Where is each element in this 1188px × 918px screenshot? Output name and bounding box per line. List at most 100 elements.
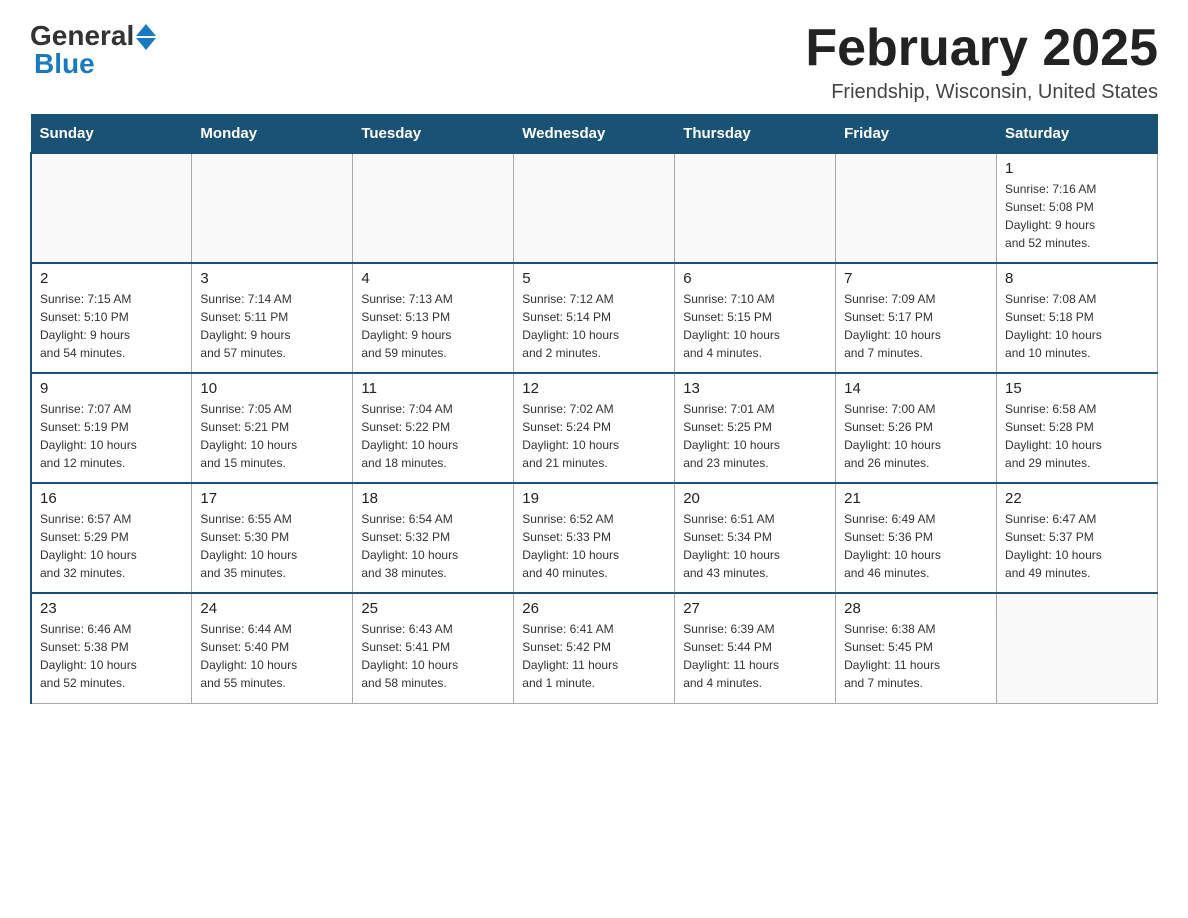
title-section: February 2025 Friendship, Wisconsin, Uni… <box>805 20 1158 104</box>
calendar-week-5: 23Sunrise: 6:46 AMSunset: 5:38 PMDayligh… <box>31 593 1158 703</box>
logo: General Blue <box>30 20 156 80</box>
day-number: 18 <box>361 490 505 507</box>
day-number: 20 <box>683 490 827 507</box>
calendar-cell: 1 Sunrise: 7:16 AMSunset: 5:08 PMDaylight… <box>997 153 1158 263</box>
calendar-cell: 3Sunrise: 7:14 AMSunset: 5:11 PMDaylight… <box>192 263 353 373</box>
day-number: 7 <box>844 270 988 287</box>
calendar-cell <box>514 153 675 263</box>
day-number: 12 <box>522 380 666 397</box>
day-info: Sunrise: 7:10 AMSunset: 5:15 PMDaylight:… <box>683 290 827 362</box>
day-info: Sunrise: 7:09 AMSunset: 5:17 PMDaylight:… <box>844 290 988 362</box>
day-info: Sunrise: 6:54 AMSunset: 5:32 PMDaylight:… <box>361 510 505 582</box>
calendar-body: 1 Sunrise: 7:16 AMSunset: 5:08 PMDaylight… <box>31 153 1158 703</box>
day-number: 8 <box>1005 270 1149 287</box>
day-number: 14 <box>844 380 988 397</box>
calendar-cell: 5 Sunrise: 7:12 AMSunset: 5:14 PMDaylight… <box>514 263 675 373</box>
day-number: 27 <box>683 600 827 617</box>
day-number: 21 <box>844 490 988 507</box>
calendar-cell: 13Sunrise: 7:01 AMSunset: 5:25 PMDayligh… <box>675 373 836 483</box>
day-number: 9 <box>40 380 183 397</box>
day-number: 28 <box>844 600 988 617</box>
calendar-cell: 16 Sunrise: 6:57 AMSunset: 5:29 PMDayligh… <box>31 483 192 593</box>
calendar-week-2: 2Sunrise: 7:15 AMSunset: 5:10 PMDaylight… <box>31 263 1158 373</box>
day-info: Sunrise: 7:15 AMSunset: 5:10 PMDaylight:… <box>40 290 183 362</box>
day-info: Sunrise: 6:44 AMSunset: 5:40 PMDaylight:… <box>200 620 344 692</box>
day-number: 11 <box>361 380 505 397</box>
day-info: Sunrise: 6:52 AMSunset: 5:33 PMDaylight:… <box>522 510 666 582</box>
day-info: Sunrise: 6:46 AMSunset: 5:38 PMDaylight:… <box>40 620 183 692</box>
day-number: 3 <box>200 270 344 287</box>
calendar-cell <box>353 153 514 263</box>
day-info: Sunrise: 6:58 AMSunset: 5:28 PMDaylight:… <box>1005 400 1149 472</box>
day-info: Sunrise: 6:49 AMSunset: 5:36 PMDaylight:… <box>844 510 988 582</box>
weekday-header-tuesday: Tuesday <box>353 115 514 154</box>
calendar-cell: 12 Sunrise: 7:02 AMSunset: 5:24 PMDayligh… <box>514 373 675 483</box>
calendar-cell: 2Sunrise: 7:15 AMSunset: 5:10 PMDaylight… <box>31 263 192 373</box>
calendar-cell: 25 Sunrise: 6:43 AMSunset: 5:41 PMDayligh… <box>353 593 514 703</box>
month-title: February 2025 <box>805 20 1158 77</box>
calendar-cell <box>31 153 192 263</box>
day-info: Sunrise: 6:41 AMSunset: 5:42 PMDaylight:… <box>522 620 666 692</box>
weekday-header-monday: Monday <box>192 115 353 154</box>
calendar-cell: 17 Sunrise: 6:55 AMSunset: 5:30 PMDayligh… <box>192 483 353 593</box>
calendar-week-1: 1 Sunrise: 7:16 AMSunset: 5:08 PMDaylight… <box>31 153 1158 263</box>
day-number: 17 <box>200 490 344 507</box>
weekday-header-saturday: Saturday <box>997 115 1158 154</box>
location-title: Friendship, Wisconsin, United States <box>805 81 1158 104</box>
day-number: 22 <box>1005 490 1149 507</box>
calendar-cell: 8 Sunrise: 7:08 AMSunset: 5:18 PMDaylight… <box>997 263 1158 373</box>
day-info: Sunrise: 7:16 AMSunset: 5:08 PMDaylight:… <box>1005 180 1149 252</box>
day-info: Sunrise: 6:47 AMSunset: 5:37 PMDaylight:… <box>1005 510 1149 582</box>
calendar-cell: 20 Sunrise: 6:51 AMSunset: 5:34 PMDayligh… <box>675 483 836 593</box>
calendar-cell: 19 Sunrise: 6:52 AMSunset: 5:33 PMDayligh… <box>514 483 675 593</box>
calendar-cell: 7 Sunrise: 7:09 AMSunset: 5:17 PMDaylight… <box>836 263 997 373</box>
day-number: 15 <box>1005 380 1149 397</box>
day-number: 1 <box>1005 160 1149 177</box>
calendar-cell <box>192 153 353 263</box>
day-number: 13 <box>683 380 827 397</box>
day-number: 5 <box>522 270 666 287</box>
calendar-cell: 11Sunrise: 7:04 AMSunset: 5:22 PMDayligh… <box>353 373 514 483</box>
day-info: Sunrise: 7:08 AMSunset: 5:18 PMDaylight:… <box>1005 290 1149 362</box>
day-number: 6 <box>683 270 827 287</box>
day-info: Sunrise: 7:05 AMSunset: 5:21 PMDaylight:… <box>200 400 344 472</box>
calendar-cell: 9Sunrise: 7:07 AMSunset: 5:19 PMDaylight… <box>31 373 192 483</box>
day-info: Sunrise: 7:00 AMSunset: 5:26 PMDaylight:… <box>844 400 988 472</box>
day-number: 4 <box>361 270 505 287</box>
day-number: 25 <box>361 600 505 617</box>
day-info: Sunrise: 6:38 AMSunset: 5:45 PMDaylight:… <box>844 620 988 692</box>
day-info: Sunrise: 6:55 AMSunset: 5:30 PMDaylight:… <box>200 510 344 582</box>
calendar-cell: 22 Sunrise: 6:47 AMSunset: 5:37 PMDayligh… <box>997 483 1158 593</box>
day-info: Sunrise: 7:12 AMSunset: 5:14 PMDaylight:… <box>522 290 666 362</box>
day-info: Sunrise: 6:51 AMSunset: 5:34 PMDaylight:… <box>683 510 827 582</box>
weekday-header-sunday: Sunday <box>31 115 192 154</box>
calendar-table: SundayMondayTuesdayWednesdayThursdayFrid… <box>30 114 1158 704</box>
calendar-cell: 14 Sunrise: 7:00 AMSunset: 5:26 PMDayligh… <box>836 373 997 483</box>
calendar-week-3: 9Sunrise: 7:07 AMSunset: 5:19 PMDaylight… <box>31 373 1158 483</box>
calendar-cell: 24 Sunrise: 6:44 AMSunset: 5:40 PMDayligh… <box>192 593 353 703</box>
calendar-cell: 4Sunrise: 7:13 AMSunset: 5:13 PMDaylight… <box>353 263 514 373</box>
calendar-cell: 28 Sunrise: 6:38 AMSunset: 5:45 PMDayligh… <box>836 593 997 703</box>
calendar-cell <box>675 153 836 263</box>
calendar-week-4: 16 Sunrise: 6:57 AMSunset: 5:29 PMDayligh… <box>31 483 1158 593</box>
weekday-header-row: SundayMondayTuesdayWednesdayThursdayFrid… <box>31 115 1158 154</box>
weekday-header-thursday: Thursday <box>675 115 836 154</box>
day-number: 10 <box>200 380 344 397</box>
day-number: 24 <box>200 600 344 617</box>
day-info: Sunrise: 6:43 AMSunset: 5:41 PMDaylight:… <box>361 620 505 692</box>
calendar-cell: 23Sunrise: 6:46 AMSunset: 5:38 PMDayligh… <box>31 593 192 703</box>
calendar-cell: 18 Sunrise: 6:54 AMSunset: 5:32 PMDayligh… <box>353 483 514 593</box>
calendar-cell: 26 Sunrise: 6:41 AMSunset: 5:42 PMDayligh… <box>514 593 675 703</box>
calendar-cell <box>997 593 1158 703</box>
day-number: 16 <box>40 490 183 507</box>
calendar-cell: 6 Sunrise: 7:10 AMSunset: 5:15 PMDaylight… <box>675 263 836 373</box>
day-info: Sunrise: 7:02 AMSunset: 5:24 PMDaylight:… <box>522 400 666 472</box>
weekday-header-friday: Friday <box>836 115 997 154</box>
day-number: 26 <box>522 600 666 617</box>
calendar-cell: 15 Sunrise: 6:58 AMSunset: 5:28 PMDayligh… <box>997 373 1158 483</box>
weekday-header-wednesday: Wednesday <box>514 115 675 154</box>
page-header: General Blue February 2025 Friendship, W… <box>30 20 1158 104</box>
day-number: 19 <box>522 490 666 507</box>
day-info: Sunrise: 6:57 AMSunset: 5:29 PMDaylight:… <box>40 510 183 582</box>
logo-blue: Blue <box>34 48 95 80</box>
